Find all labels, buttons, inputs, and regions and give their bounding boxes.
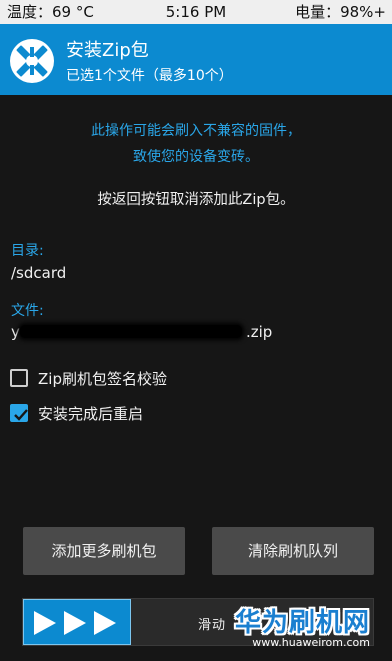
warning-line-2: 致使您的设备变砖。 bbox=[133, 149, 259, 165]
warning-text: 此操作可能会刷入不兼容的固件， 致使您的设备变砖。 bbox=[0, 118, 392, 170]
checkmark-icon bbox=[14, 409, 28, 421]
directory-label: 目录: bbox=[11, 243, 44, 259]
instruction-text: 按返回按钮取消添加此Zip包。 bbox=[97, 192, 295, 208]
header: 安装Zip包 已选1个文件（最多10个） bbox=[0, 24, 392, 95]
status-bar: 温度：69 °C 5:16 PM 电量：98%+ bbox=[0, 0, 392, 24]
option-label: 安装完成后重启 bbox=[38, 405, 144, 423]
triple-arrow-icon bbox=[34, 611, 116, 635]
twrp-logo-icon bbox=[10, 39, 54, 83]
option-label: Zip刷机包签名校验 bbox=[38, 370, 167, 388]
file-label: 文件: bbox=[11, 303, 44, 319]
file-name-extension: .zip bbox=[246, 323, 273, 341]
battery-readout: 电量：98%+ bbox=[295, 3, 386, 21]
swipe-handle[interactable] bbox=[23, 599, 131, 645]
header-subtitle: 已选1个文件（最多10个） bbox=[66, 68, 233, 84]
watermark-logo: 华为刷机网 bbox=[234, 608, 370, 638]
header-title: 安装Zip包 bbox=[66, 40, 149, 61]
add-more-zips-button[interactable]: 添加更多刷机包 bbox=[23, 527, 185, 575]
warning-line-1: 此操作可能会刷入不兼容的固件， bbox=[91, 123, 301, 139]
watermark-url: www.huaweirom.com bbox=[252, 636, 370, 649]
file-name-prefix: y bbox=[11, 323, 20, 341]
clear-zip-queue-button[interactable]: 清除刷机队列 bbox=[212, 527, 374, 575]
directory-value: /sdcard bbox=[11, 264, 67, 282]
swipe-label: 滑动 bbox=[198, 618, 227, 633]
checkbox-checked[interactable] bbox=[10, 404, 28, 422]
checkbox-unchecked[interactable] bbox=[10, 369, 28, 387]
redacted-filename bbox=[20, 325, 242, 338]
screen: 温度：69 °C 5:16 PM 电量：98%+ 安装Zip包 已选1个文件（最… bbox=[0, 0, 392, 661]
